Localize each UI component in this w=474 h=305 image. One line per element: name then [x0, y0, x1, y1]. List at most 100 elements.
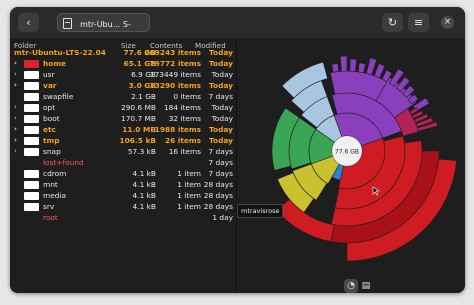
header-bar: ‹ mtr-Ubu... S-22.04 ↻ ≡ × [10, 7, 465, 48]
folder-size: 290.6 MB [121, 103, 156, 112]
rings-view-button[interactable]: ◔ [344, 279, 358, 293]
rings-chart[interactable]: 77.6 GB [237, 38, 465, 274]
rings-chart-icon: ◔ [347, 281, 355, 291]
folder-items: 1 item [177, 191, 201, 200]
expander-arrow-icon[interactable]: › [14, 147, 17, 155]
ring-segment-usr-leaf[interactable] [340, 55, 348, 72]
folder-modified: 28 days [203, 191, 233, 200]
expander-arrow-icon[interactable]: › [14, 136, 17, 144]
expander-arrow-icon[interactable]: › [14, 125, 17, 133]
expander-arrow-icon[interactable]: › [14, 59, 17, 67]
app-window: ‹ mtr-Ubu... S-22.04 ↻ ≡ × Folder Size C… [10, 7, 465, 293]
reload-button[interactable]: ↻ [382, 13, 403, 32]
folder-color-swatch [24, 203, 39, 211]
path-bar[interactable]: mtr-Ubu... S-22.04 [57, 13, 150, 48]
ring-segment-usr-leaf[interactable] [349, 58, 357, 72]
folder-color-swatch [24, 181, 39, 189]
folder-size: 170.7 MB [121, 114, 156, 123]
folder-size: 4.1 kB [132, 180, 156, 189]
folder-color-swatch [24, 170, 39, 178]
folder-items: 1 item [177, 180, 201, 189]
folder-modified: 28 days [203, 202, 233, 211]
folder-color-swatch [24, 93, 39, 101]
folder-name: boot [43, 114, 60, 123]
close-button[interactable]: × [441, 16, 454, 29]
folder-color-swatch [24, 192, 39, 200]
folder-modified: Today [208, 81, 233, 90]
folder-name: opt [43, 103, 56, 112]
folder-color-swatch [24, 148, 39, 156]
folder-size: 2.1 GB [131, 92, 156, 101]
drive-icon [63, 18, 72, 29]
folder-name: media [43, 191, 67, 200]
folder-modified: 7 days [208, 158, 234, 167]
folder-color-swatch [24, 71, 39, 79]
folder-name: snap [43, 147, 61, 156]
folder-items: 269243 items [144, 48, 201, 57]
folder-color-swatch [24, 126, 39, 134]
folder-items: 1 item [177, 202, 201, 211]
folder-items: 32 items [168, 114, 201, 123]
folder-name: mnt [43, 180, 58, 189]
chevron-left-icon: ‹ [26, 16, 31, 29]
folder-items: 1 item [177, 169, 201, 178]
folder-modified: Today [208, 125, 233, 134]
folder-items: 26 items [164, 136, 201, 145]
folder-tree-panel: Folder Size Contents Modified mtr-Ubuntu… [10, 38, 237, 293]
expander-arrow-icon[interactable]: › [14, 114, 17, 122]
folder-items: 184 items [163, 103, 201, 112]
folder-name: lost+found [43, 158, 84, 167]
ring-segment-usr-leaf[interactable] [365, 57, 378, 76]
expander-arrow-icon[interactable]: › [14, 70, 17, 78]
main-menu-button[interactable]: ≡ [408, 13, 429, 32]
treemap-view-button[interactable]: ▤ [359, 279, 373, 293]
ring-segment-usr-leaf[interactable] [357, 62, 366, 74]
folder-name: tmp [43, 136, 60, 145]
folder-name: home [43, 59, 67, 68]
folder-size: 57.3 kB [127, 147, 156, 156]
folder-size: 4.1 kB [132, 202, 156, 211]
folder-name: usr [43, 70, 55, 79]
expander-arrow-icon[interactable]: › [14, 103, 17, 111]
chart-panel: 77.6 GB mtravisrose ◔ ▤ [237, 38, 465, 293]
folder-items: 79772 items [149, 59, 201, 68]
folder-items: 16 items [168, 147, 201, 156]
folder-size: 106.5 kB [119, 136, 157, 145]
folder-modified: 7 days [208, 147, 234, 156]
expander-arrow-icon[interactable]: › [14, 81, 17, 89]
folder-items: 13290 items [149, 81, 201, 90]
folder-modified: Today [208, 48, 233, 57]
folder-name: var [43, 81, 57, 90]
folder-name: mtr-Ubuntu-LTS-22.04 [14, 48, 106, 57]
folder-modified: 7 days [208, 92, 234, 101]
reload-icon: ↻ [387, 16, 398, 29]
folder-name: swapfile [43, 92, 74, 101]
folder-name: srv [43, 202, 55, 211]
folder-size: 4.1 kB [132, 191, 156, 200]
folder-modified: Today [208, 136, 233, 145]
folder-modified: Today [211, 70, 233, 79]
folder-size: 11.0 MB [122, 125, 156, 134]
close-icon: × [443, 17, 452, 27]
folder-size: 4.1 kB [132, 169, 156, 178]
ring-segment-usr-leaf[interactable] [373, 63, 386, 79]
folder-items: 173449 items [149, 70, 201, 79]
treemap-chart-icon: ▤ [361, 281, 371, 291]
folder-row[interactable]: root 1 day [10, 212, 236, 224]
folder-color-swatch [24, 115, 39, 123]
folder-modified: Today [208, 59, 233, 68]
ring-segment-usr-leaf[interactable] [331, 63, 339, 73]
folder-name: root [43, 213, 58, 222]
folder-name: cdrom [43, 169, 67, 178]
back-button[interactable]: ‹ [18, 13, 39, 32]
folder-name: etc [43, 125, 56, 134]
chart-tooltip: mtravisrose [237, 204, 284, 218]
folder-modified: 7 days [208, 169, 234, 178]
folder-color-swatch [24, 104, 39, 112]
folder-modified: Today [211, 103, 233, 112]
folder-modified: Today [211, 114, 233, 123]
folder-color-swatch [24, 82, 39, 90]
folder-items: 1988 items [154, 125, 201, 134]
hamburger-menu-icon: ≡ [413, 16, 424, 29]
folder-modified: 1 day [212, 213, 233, 222]
